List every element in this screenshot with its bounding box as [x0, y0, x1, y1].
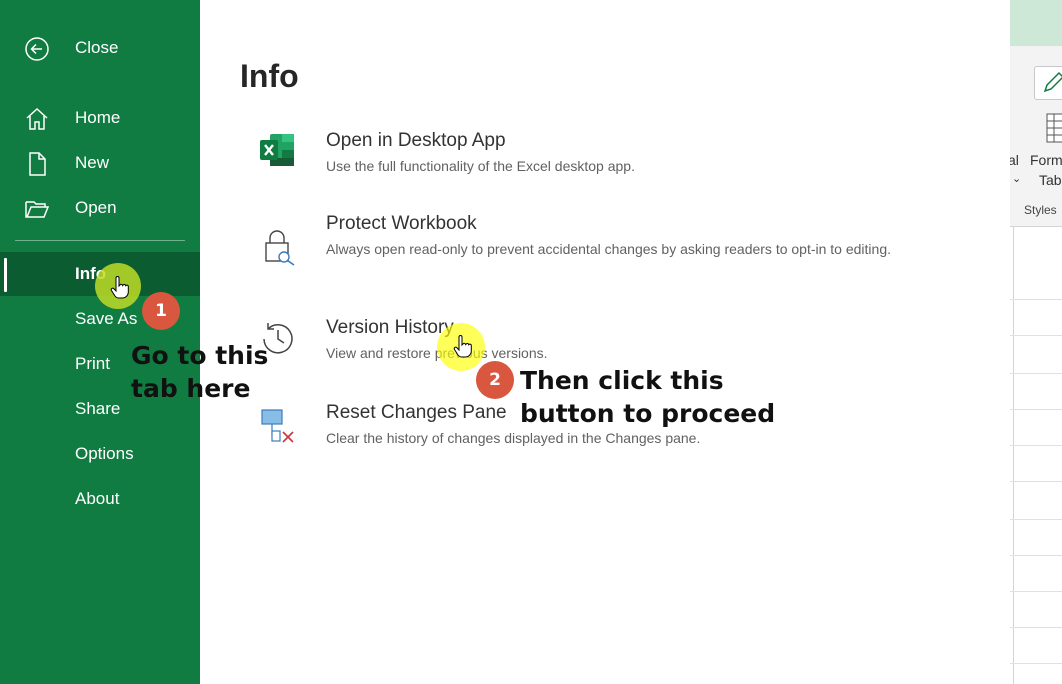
option-title: Open in Desktop App: [326, 130, 506, 151]
grid-row-line: [1010, 445, 1062, 446]
title-bar-strip: [1010, 0, 1062, 46]
sidebar-item-about[interactable]: About: [0, 479, 200, 519]
sidebar-item-close[interactable]: Close: [0, 28, 200, 68]
back-arrow-icon: [25, 37, 49, 61]
step2-callout: Then click this button to proceed: [520, 364, 775, 430]
step1-callout: Go to this tab here: [131, 339, 268, 405]
option-description: View and restore previous versions.: [326, 345, 548, 361]
info-panel: Info Open in Desktop App Use the full fu…: [200, 0, 1010, 684]
home-icon: [26, 107, 48, 130]
reset-pane-icon: [261, 409, 294, 443]
callout-line: Go to this: [131, 341, 269, 370]
grid-row-line: [1010, 373, 1062, 374]
grid-row-line: [1010, 627, 1062, 628]
sidebar-item-label: New: [75, 153, 110, 172]
protect-workbook-button[interactable]: Protect Workbook Always open read-only t…: [240, 213, 920, 283]
spreadsheet-grid[interactable]: [1010, 226, 1062, 684]
ribbon-group-styles: Styles: [1024, 203, 1057, 217]
sidebar-item-new[interactable]: New: [0, 143, 200, 183]
open-folder-icon: [25, 201, 50, 218]
callout-line: tab here: [131, 374, 251, 403]
grid-row-line: [1010, 591, 1062, 592]
hand-cursor-icon: [453, 335, 472, 358]
open-in-desktop-app-button[interactable]: Open in Desktop App Use the full functio…: [240, 130, 920, 180]
sidebar-divider: [15, 240, 185, 241]
step-badge-1: 1: [142, 292, 180, 330]
step-badge-2: 2: [476, 361, 514, 399]
page-title: Info: [240, 58, 299, 94]
option-description: Clear the history of changes displayed i…: [326, 430, 701, 446]
grid-column-line: [1013, 227, 1014, 684]
grid-row-line: [1010, 335, 1062, 336]
editing-button[interactable]: [1034, 66, 1062, 100]
lock-key-icon: [265, 230, 295, 266]
sidebar-item-label: Save As: [75, 309, 138, 328]
chevron-down-icon[interactable]: ⌄: [1012, 172, 1021, 185]
grid-row-line: [1010, 299, 1062, 300]
grid-row-line: [1010, 663, 1062, 664]
excel-app-icon: [260, 134, 294, 166]
sidebar-item-options[interactable]: Options: [0, 434, 200, 474]
sidebar-item-home[interactable]: Home: [0, 98, 200, 138]
callout-line: button to proceed: [520, 399, 776, 428]
sidebar-item-label: Home: [75, 108, 121, 127]
ribbon-label-format[interactable]: Form: [1030, 152, 1062, 168]
option-description: Always open read-only to prevent acciden…: [326, 241, 892, 257]
format-as-table-icon: [1046, 113, 1062, 143]
option-title: Version History: [326, 317, 454, 338]
option-title: Protect Workbook: [326, 213, 477, 234]
option-description: Use the full functionality of the Excel …: [326, 158, 635, 174]
sidebar-item-label: Open: [75, 198, 117, 217]
pencil-icon: [1043, 71, 1062, 93]
sidebar-item-label: Print: [75, 354, 110, 373]
grid-row-line: [1010, 519, 1062, 520]
new-document-icon: [29, 152, 46, 176]
version-history-button[interactable]: Version History View and restore previou…: [240, 317, 920, 367]
grid-row-line: [1010, 409, 1062, 410]
callout-line: Then click this: [520, 366, 724, 395]
sidebar-item-label: Close: [75, 38, 119, 57]
ribbon-label-fragment: al: [1010, 152, 1019, 168]
ribbon-label-table[interactable]: Tab: [1039, 172, 1062, 188]
sidebar-item-label: Share: [75, 399, 121, 418]
grid-row-line: [1010, 481, 1062, 482]
sidebar-item-label: About: [75, 489, 120, 508]
grid-row-line: [1010, 555, 1062, 556]
option-title: Reset Changes Pane: [326, 402, 507, 423]
hand-cursor-icon: [110, 276, 129, 299]
background-excel-window: al ⌄ Form Tab Styles: [1010, 0, 1062, 684]
sidebar-item-open[interactable]: Open: [0, 188, 200, 228]
sidebar-item-label: Options: [75, 444, 134, 463]
